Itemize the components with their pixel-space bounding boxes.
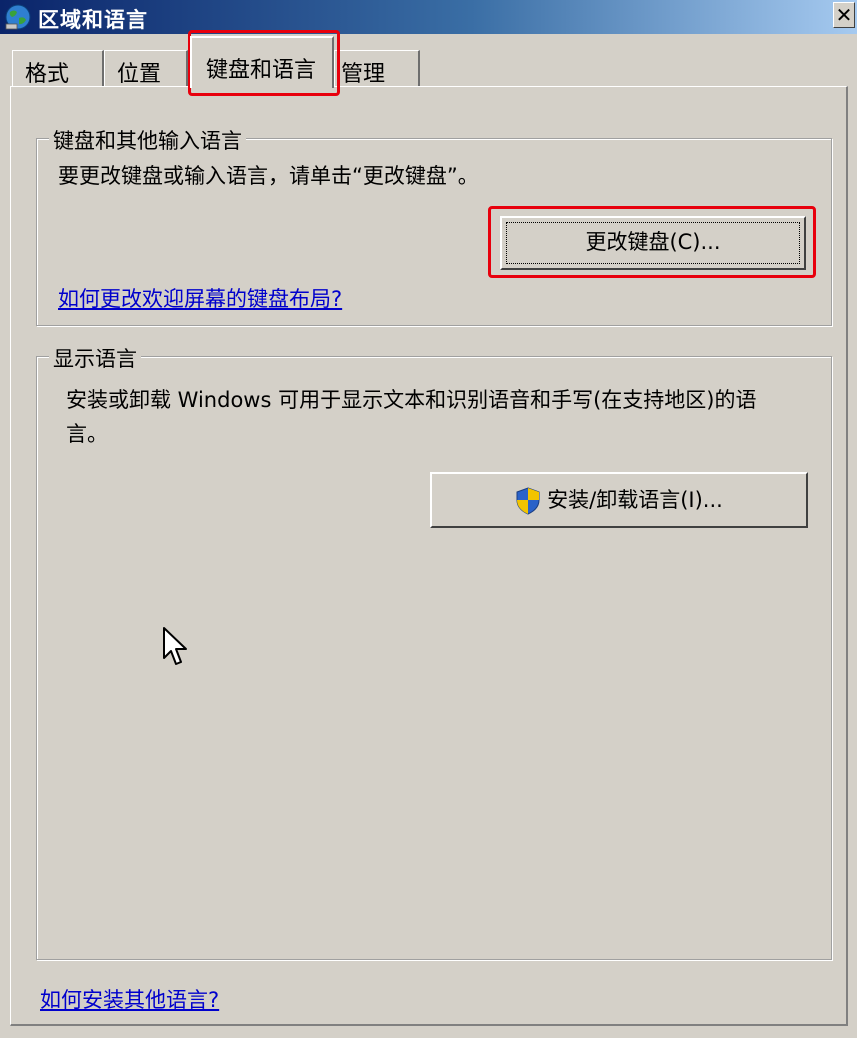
title-bar: 区域和语言 ✕ — [0, 0, 857, 34]
window-title: 区域和语言 — [38, 8, 148, 32]
close-button[interactable]: ✕ — [833, 2, 855, 28]
keyboard-group-legend: 键盘和其他输入语言 — [49, 125, 246, 155]
close-icon: ✕ — [835, 3, 853, 27]
button-highlight-box — [488, 206, 816, 278]
tab-location[interactable]: 位置 — [104, 50, 188, 87]
display-language-group: 显示语言 — [36, 343, 832, 960]
tab-format-label: 格式 — [25, 62, 70, 87]
tab-keyboard-language-label: 键盘和语言 — [206, 58, 317, 83]
tab-format[interactable]: 格式 — [12, 50, 104, 87]
welcome-screen-keyboard-link[interactable]: 如何更改欢迎屏幕的键盘布局? — [58, 283, 342, 313]
install-uninstall-languages-button[interactable]: 安装/卸载语言(I)... — [430, 472, 808, 528]
install-uninstall-languages-label: 安装/卸载语言(I)... — [547, 488, 723, 512]
display-description-line1: 安装或卸载 Windows 可用于显示文本和识别语音和手写(在支持地区)的语 — [66, 388, 757, 412]
install-other-languages-link[interactable]: 如何安装其他语言? — [40, 984, 219, 1014]
tab-administrative-label: 管理 — [341, 62, 386, 87]
mouse-cursor-icon — [163, 627, 187, 665]
tab-location-label: 位置 — [117, 62, 162, 87]
keyboard-description: 要更改键盘或输入语言，请单击“更改键盘”。 — [58, 164, 479, 188]
tab-keyboard-language[interactable]: 键盘和语言 — [190, 36, 334, 88]
globe-icon — [5, 4, 31, 30]
display-description-line2: 言。 — [66, 422, 108, 446]
tab-administrative[interactable]: 管理 — [334, 50, 420, 87]
display-language-legend: 显示语言 — [49, 343, 141, 373]
uac-shield-icon — [516, 487, 540, 515]
